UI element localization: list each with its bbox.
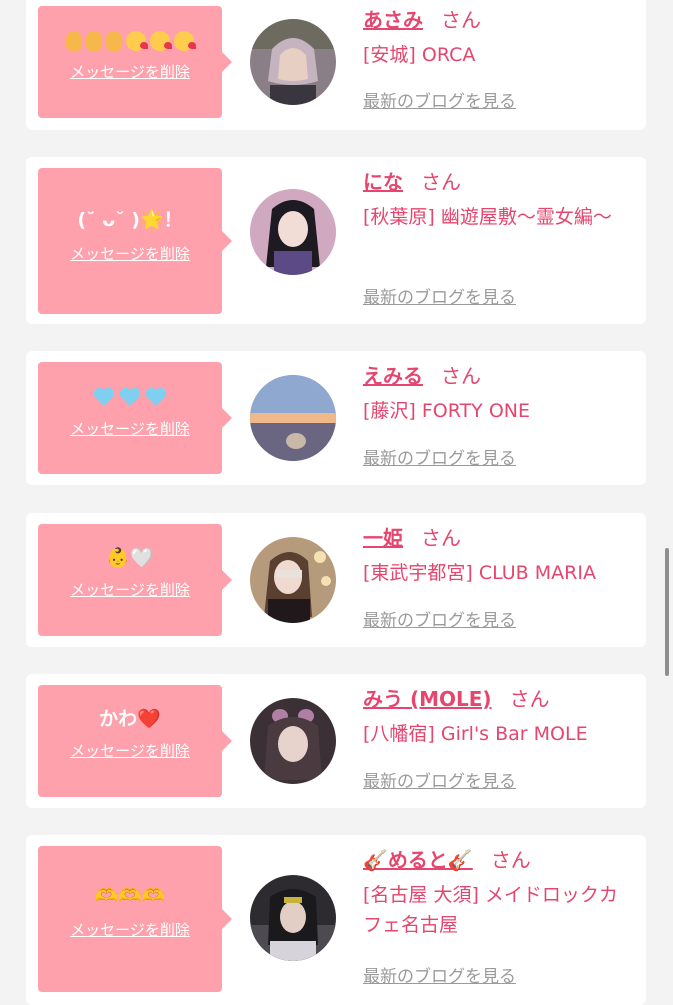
avatar[interactable] — [250, 698, 336, 784]
message-text: かわ❤️ — [99, 708, 161, 730]
message-text: (˘ ᴗ˘ )🌟！ — [77, 209, 183, 231]
light-blue-heart-icon — [93, 387, 115, 406]
item-info: 🎸めると🎸 さん [名古屋 大須] メイドロックカフェ名古屋 最新のブログを見る — [363, 846, 635, 994]
cast-name-link[interactable]: みう (MOLE) — [363, 687, 492, 711]
latest-blog-link[interactable]: 最新のブログを見る — [363, 91, 516, 113]
shop-label: [秋葉原] 幽遊屋敷〜霊女編〜 — [363, 206, 612, 228]
item-info: にな さん [秋葉原] 幽遊屋敷〜霊女編〜 最新のブログを見る — [363, 168, 635, 314]
honorific-label: さん — [441, 8, 481, 32]
message-emoji — [44, 384, 216, 409]
name-line: 一姫 さん — [363, 524, 635, 552]
delete-message-link[interactable]: メッセージを削除 — [70, 920, 190, 940]
latest-blog-link[interactable]: 最新のブログを見る — [363, 287, 516, 309]
avatar[interactable] — [250, 19, 336, 105]
item-info: えみる さん [藤沢] FORTY ONE 最新のブログを見る — [363, 362, 635, 474]
list-item: かわ❤️ メッセージを削除 みう (MOLE) さん [八幡宿] Girl's B… — [26, 674, 646, 808]
delete-message-link[interactable]: メッセージを削除 — [70, 244, 190, 264]
list-item: メッセージを削除 えみる さん [藤沢] FORTY ONE 最新のブログを見る — [26, 351, 646, 485]
message-bubble: メッセージを削除 — [38, 6, 232, 118]
message-bubble: 🫶🫶🫶 メッセージを削除 — [38, 846, 232, 992]
message-bubble: 👶🤍 メッセージを削除 — [38, 524, 232, 636]
cast-name-link[interactable]: あさみ — [363, 8, 423, 32]
list-item: (˘ ᴗ˘ )🌟！ メッセージを削除 にな さん [秋葉原] 幽遊屋敷〜霊女編〜 … — [26, 157, 646, 324]
name-line: あさみ さん — [363, 6, 635, 34]
shop-label: [安城] ORCA — [363, 44, 476, 66]
light-blue-heart-icon — [119, 387, 141, 406]
name-line: にな さん — [363, 168, 635, 196]
name-line: みう (MOLE) さん — [363, 685, 635, 713]
name-line: 🎸めると🎸 さん — [363, 846, 635, 874]
honorific-label: さん — [421, 526, 461, 550]
latest-blog-link[interactable]: 最新のブログを見る — [363, 966, 516, 988]
scrollbar[interactable] — [665, 548, 669, 676]
item-info: みう (MOLE) さん [八幡宿] Girl's Bar MOLE 最新のブログ… — [363, 685, 635, 797]
message-text: 👶🤍 — [106, 547, 154, 569]
cast-name-link[interactable]: 🎸めると🎸 — [363, 848, 473, 872]
avatar[interactable] — [250, 537, 336, 623]
shop-label: [八幡宿] Girl's Bar MOLE — [363, 723, 588, 745]
face-blowing-kiss-icon — [174, 30, 196, 51]
message-bubble: (˘ ᴗ˘ )🌟！ メッセージを削除 — [38, 168, 232, 314]
honorific-label: さん — [441, 364, 481, 388]
raised-hand-icon — [86, 30, 102, 51]
delete-message-link[interactable]: メッセージを削除 — [70, 741, 190, 761]
latest-blog-link[interactable]: 最新のブログを見る — [363, 610, 516, 632]
cast-name-link[interactable]: えみる — [363, 364, 423, 388]
light-blue-heart-icon — [145, 387, 167, 406]
avatar[interactable] — [250, 875, 336, 961]
shop-label: [東武宇都宮] CLUB MARIA — [363, 562, 596, 584]
item-info: 一姫 さん [東武宇都宮] CLUB MARIA 最新のブログを見る — [363, 524, 635, 636]
raised-hand-icon — [106, 30, 122, 51]
avatar[interactable] — [250, 375, 336, 461]
latest-blog-link[interactable]: 最新のブログを見る — [363, 448, 516, 470]
list-item: 🫶🫶🫶 メッセージを削除 🎸めると🎸 さん [名古屋 大須] メイドロックカフェ名… — [26, 835, 646, 1005]
shop-label: [名古屋 大須] メイドロックカフェ名古屋 — [363, 884, 618, 936]
honorific-label: さん — [421, 170, 461, 194]
cast-name-link[interactable]: にな — [363, 170, 403, 194]
delete-message-link[interactable]: メッセージを削除 — [70, 62, 190, 82]
latest-blog-link[interactable]: 最新のブログを見る — [363, 771, 516, 793]
message-bubble: かわ❤️ メッセージを削除 — [38, 685, 232, 797]
face-blowing-kiss-icon — [126, 30, 148, 51]
avatar[interactable] — [250, 189, 336, 275]
delete-message-link[interactable]: メッセージを削除 — [70, 580, 190, 600]
message-bubble: メッセージを削除 — [38, 362, 232, 474]
item-info: あさみ さん [安城] ORCA 最新のブログを見る — [363, 6, 635, 116]
raised-hand-icon — [66, 30, 82, 51]
name-line: えみる さん — [363, 362, 635, 390]
delete-message-link[interactable]: メッセージを削除 — [70, 419, 190, 439]
face-blowing-kiss-icon — [150, 30, 172, 51]
list-item: メッセージを削除 あさみ さん [安城] ORCA 最新のブログを見る — [26, 0, 646, 130]
message-text: 🫶🫶🫶 — [94, 885, 166, 907]
cast-name-link[interactable]: 一姫 — [363, 526, 403, 550]
honorific-label: さん — [509, 687, 550, 711]
honorific-label: さん — [490, 848, 531, 872]
message-emoji — [44, 28, 216, 52]
list-item: 👶🤍 メッセージを削除 一姫 さん [東武宇都宮] CLUB MARIA 最新のブ… — [26, 513, 646, 647]
shop-label: [藤沢] FORTY ONE — [363, 400, 530, 422]
